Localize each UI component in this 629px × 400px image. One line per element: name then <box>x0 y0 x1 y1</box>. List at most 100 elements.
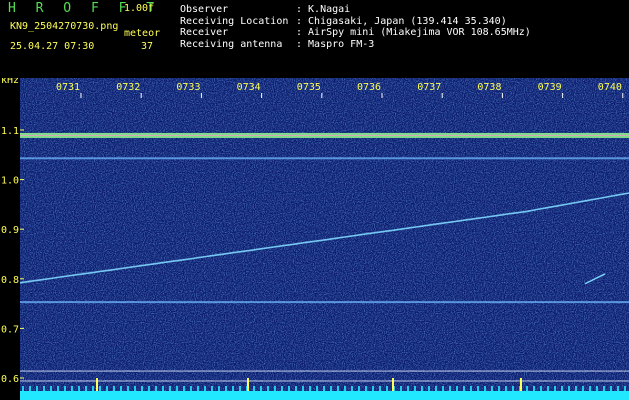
baseline-spike <box>498 386 500 391</box>
baseline-spike <box>36 386 38 391</box>
baseline-spike <box>400 386 402 391</box>
meteor-marker <box>247 378 249 391</box>
baseline-spike <box>155 386 157 391</box>
baseline-spike <box>463 386 465 391</box>
meteor-marker <box>96 378 98 391</box>
baseline-spike <box>372 386 374 391</box>
meteor-marker <box>392 378 394 391</box>
y-tick-label: 1.1 <box>1 126 19 137</box>
baseline-spike <box>323 386 325 391</box>
baseline-spike <box>225 386 227 391</box>
baseline-spike <box>484 386 486 391</box>
baseline-spike <box>29 386 31 391</box>
baseline-spike <box>190 386 192 391</box>
info-value: : Chigasaki, Japan (139.414 35.340) <box>296 15 507 27</box>
spectrogram-chart: kHz 1.1 1.0 0.9 0.8 0.7 0.6 0731 0732 0733 0734 073… <box>0 78 629 400</box>
baseline-band <box>20 391 629 400</box>
info-key: Receiving Location <box>180 15 289 27</box>
time-tick-label: 0731 <box>56 82 80 93</box>
meteor-marker <box>520 378 522 391</box>
y-axis-unit: kHz <box>1 78 19 86</box>
baseline-spike <box>211 386 213 391</box>
spurious-line <box>20 157 629 160</box>
baseline-spike <box>491 386 493 391</box>
baseline-spike <box>22 386 24 391</box>
baseline-spike <box>316 386 318 391</box>
baseline-spike <box>603 386 605 391</box>
baseline-spike <box>617 386 619 391</box>
baseline-spike <box>596 386 598 391</box>
baseline-spike <box>134 386 136 391</box>
baseline-spike <box>302 386 304 391</box>
baseline-spike <box>554 386 556 391</box>
baseline-spike <box>309 386 311 391</box>
baseline-spike <box>113 386 115 391</box>
baseline-spike <box>470 386 472 391</box>
baseline-spike <box>50 386 52 391</box>
baseline-spike <box>253 386 255 391</box>
baseline-spike <box>71 386 73 391</box>
datetime-label: 25.04.27 07:30 <box>10 41 95 52</box>
baseline-spike <box>281 386 283 391</box>
baseline-spike <box>239 386 241 391</box>
baseline-spike <box>526 386 528 391</box>
y-tick-label: 0.8 <box>1 275 19 286</box>
baseline-spike <box>477 386 479 391</box>
baseline-spike <box>64 386 66 391</box>
baseline-spike <box>99 386 101 391</box>
baseline-spike <box>92 386 94 391</box>
mode-label: meteor <box>124 28 161 39</box>
baseline-spike <box>610 386 612 391</box>
baseline-spike <box>435 386 437 391</box>
baseline-spike <box>358 386 360 391</box>
filename-label: KN9_2504270730.png <box>10 21 119 32</box>
baseline-spike <box>106 386 108 391</box>
baseline-spike <box>141 386 143 391</box>
y-tick-label: 1.0 <box>1 176 19 187</box>
baseline-spike <box>204 386 206 391</box>
baseline-spike <box>288 386 290 391</box>
info-key: Receiving antenna <box>180 38 283 50</box>
version-label: 1.00f <box>124 3 155 14</box>
baseline-spike <box>43 386 45 391</box>
baseline-spike <box>169 386 171 391</box>
info-value: : Maspro FM-3 <box>296 38 375 50</box>
baseline-spike <box>456 386 458 391</box>
baseline-spike <box>274 386 276 391</box>
baseline-spike <box>568 386 570 391</box>
baseline-spike <box>547 386 549 391</box>
spectrogram-noise <box>20 78 629 400</box>
carrier-core <box>20 134 629 136</box>
baseline-spike <box>218 386 220 391</box>
y-tick-label: 0.9 <box>1 225 19 236</box>
baseline-spike <box>379 386 381 391</box>
baseline-spike <box>148 386 150 391</box>
header-panel: H R O F F T 1.00f KN9_2504270730.png met… <box>0 0 629 78</box>
reference-line <box>20 380 629 382</box>
baseline-spike <box>330 386 332 391</box>
baseline-spike <box>127 386 129 391</box>
time-tick-label: 0734 <box>237 82 261 93</box>
count-label: 37 <box>141 41 154 52</box>
info-key: Observer <box>180 4 229 15</box>
baseline-spike <box>120 386 122 391</box>
baseline-spike <box>176 386 178 391</box>
baseline-spike <box>85 386 87 391</box>
time-tick-label: 0732 <box>116 82 140 93</box>
baseline-spike <box>183 386 185 391</box>
baseline-spike <box>512 386 514 391</box>
baseline-spike <box>260 386 262 391</box>
info-value: : AirSpy mini (Miakejima VOR 108.65MHz) <box>296 27 531 38</box>
baseline-spike <box>575 386 577 391</box>
baseline-spike <box>421 386 423 391</box>
time-tick-label: 0733 <box>176 82 200 93</box>
baseline-spike <box>533 386 535 391</box>
baseline-spike <box>505 386 507 391</box>
baseline-spike <box>295 386 297 391</box>
y-tick-label: 0.7 <box>1 324 19 335</box>
time-tick-label: 0736 <box>357 82 381 93</box>
baseline-spike <box>232 386 234 391</box>
baseline-spike <box>78 386 80 391</box>
time-tick-label: 0738 <box>477 82 501 93</box>
baseline-spike <box>365 386 367 391</box>
